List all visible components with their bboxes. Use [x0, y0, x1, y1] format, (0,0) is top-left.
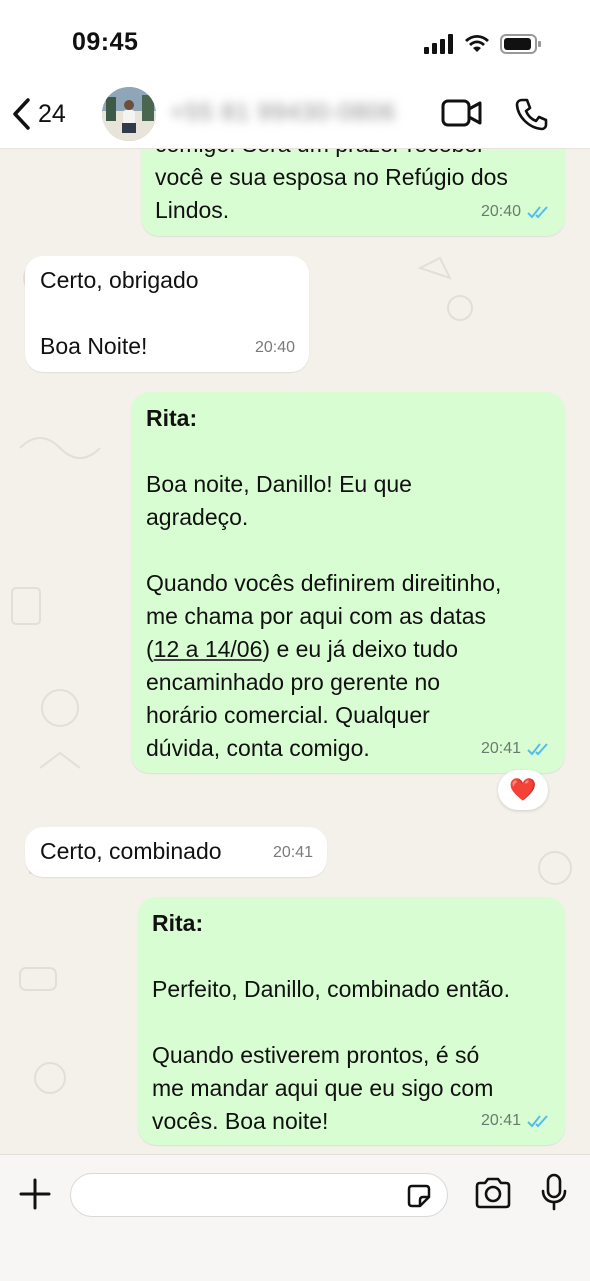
message-sender: Rita: [152, 910, 204, 936]
message-bubble-outgoing[interactable]: Rita: Perfeito, Danillo, combinado então… [138, 897, 565, 1145]
message-text: Certo, combinado [40, 838, 222, 864]
back-button[interactable]: 24 [10, 97, 66, 131]
battery-icon [500, 34, 541, 54]
contact-avatar[interactable] [102, 87, 156, 141]
heart-reaction[interactable]: ❤️ [498, 770, 548, 810]
voice-call-icon [515, 98, 548, 131]
unread-count: 24 [38, 99, 66, 128]
double-check-icon [527, 205, 548, 218]
microphone-icon [541, 1173, 567, 1211]
message-time: 20:41 [272, 844, 313, 861]
attach-button[interactable] [18, 1177, 52, 1216]
double-check-icon [527, 742, 548, 755]
contact-name[interactable]: +55 81 99430-0806 [170, 99, 396, 127]
chat-header: 24 +55 81 99430-0806 [0, 85, 590, 149]
date-link[interactable]: 12 a 14/06 [154, 636, 263, 662]
message-time: 20:40 [480, 203, 521, 220]
wifi-icon [465, 35, 489, 52]
message-text: comigo. Será um prazer receber você e su… [155, 148, 508, 223]
signal-icon [424, 34, 453, 54]
voice-call-button[interactable] [515, 97, 549, 136]
message-meta: 20:41 [273, 836, 313, 869]
message-bubble-incoming[interactable]: Certo, obrigado Boa Noite! 20:40 [25, 256, 309, 372]
message-text: Certo, obrigado Boa Noite! [40, 267, 199, 359]
status-bar: 09:45 [0, 0, 590, 85]
status-icons [424, 33, 542, 55]
message-input-field[interactable] [70, 1173, 448, 1217]
message-meta: 20:41 [481, 1104, 551, 1137]
message-bubble-outgoing[interactable]: Rita: Boa noite, Danillo! Eu que agradeç… [131, 392, 565, 773]
message-content: Rita: Boa noite, Danillo! Eu que agradeç… [146, 402, 558, 765]
sticker-button[interactable] [405, 1182, 433, 1215]
camera-button[interactable] [474, 1177, 512, 1214]
status-time: 09:45 [72, 28, 139, 56]
message-text: Perfeito, Danillo, combinado então. Quan… [152, 976, 510, 1134]
camera-icon [475, 1177, 511, 1209]
video-call-icon [441, 99, 482, 127]
message-meta: 20:40 [481, 195, 551, 228]
chat-area[interactable]: comigo. Será um prazer receber você e su… [0, 148, 590, 1154]
message-bubble-outgoing[interactable]: comigo. Será um prazer receber você e su… [141, 148, 565, 236]
message-meta: 20:40 [255, 331, 295, 364]
message-meta: 20:41 [481, 732, 551, 765]
composer-bar [0, 1154, 590, 1281]
back-chevron-icon [13, 98, 30, 130]
double-check-icon [527, 1114, 548, 1127]
message-bubble-incoming[interactable]: Certo, combinado 20:41 [25, 827, 327, 877]
heart-icon: ❤️ [509, 777, 537, 802]
plus-icon [19, 1178, 51, 1210]
message-sender: Rita: [146, 405, 198, 431]
sticker-icon [407, 1184, 431, 1208]
message-time: 20:41 [480, 740, 521, 757]
message-input[interactable] [89, 1182, 393, 1210]
message-text-part: Boa noite, Danillo! Eu que agradeço. Qua… [146, 471, 502, 662]
message-time: 20:40 [254, 339, 295, 356]
video-call-button[interactable] [441, 97, 483, 134]
message-body: Boa noite, Danillo! Eu que agradeço. Qua… [146, 435, 558, 765]
message-time: 20:41 [480, 1112, 521, 1129]
microphone-button[interactable] [540, 1173, 568, 1216]
